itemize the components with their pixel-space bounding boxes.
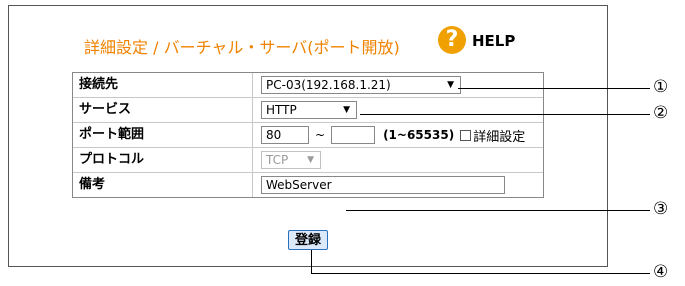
note-input[interactable]: WebServer	[261, 176, 505, 194]
port-to-input[interactable]	[331, 126, 376, 144]
service-select[interactable]: HTTP ▼	[261, 101, 357, 119]
callout-number-2: ②	[653, 103, 669, 123]
callout-number-1: ①	[653, 77, 669, 97]
protocol-field-cell: TCP ▼	[253, 148, 543, 172]
port-from-input[interactable]: 80	[261, 126, 309, 144]
chevron-down-icon: ▼	[307, 155, 314, 165]
destination-field-cell: PC-03(192.168.1.21) ▼	[253, 73, 543, 97]
service-row: サービス HTTP ▼	[73, 98, 543, 123]
chevron-down-icon: ▼	[343, 105, 350, 115]
callout-number-3: ③	[653, 199, 669, 219]
page-title: 詳細設定 / バーチャル・サーバ(ポート開放)	[84, 38, 400, 57]
help-link[interactable]: HELP	[472, 32, 515, 50]
destination-label: 接続先	[73, 73, 253, 97]
service-field-cell: HTTP ▼	[253, 98, 543, 122]
port-range-note: (1~65535)	[383, 128, 455, 142]
callout-line-1	[458, 88, 650, 89]
virtual-server-form: 接続先 PC-03(192.168.1.21) ▼ サービス HTTP ▼ ポー…	[72, 72, 544, 198]
callout-number-4: ④	[653, 262, 669, 282]
protocol-select: TCP ▼	[261, 151, 321, 169]
service-value: HTTP	[266, 103, 297, 117]
callout-line-2	[360, 114, 650, 115]
port-range-label: ポート範囲	[73, 123, 253, 147]
detail-settings-label[interactable]: 詳細設定	[473, 126, 525, 145]
destination-value: PC-03(192.168.1.21)	[266, 78, 391, 92]
note-row: 備考 WebServer	[73, 173, 543, 197]
note-field-cell: WebServer	[253, 173, 543, 197]
port-range-row: ポート範囲 80 ~ (1~65535) 詳細設定	[73, 123, 543, 148]
destination-select[interactable]: PC-03(192.168.1.21) ▼	[261, 76, 461, 94]
callout-line-4-horizontal	[311, 273, 650, 274]
help-icon[interactable]: ?	[438, 26, 466, 54]
register-button[interactable]: 登録	[288, 230, 328, 250]
callout-line-4-vertical	[311, 250, 312, 273]
callout-line-3	[346, 210, 650, 211]
destination-row: 接続先 PC-03(192.168.1.21) ▼	[73, 73, 543, 98]
protocol-label: プロトコル	[73, 148, 253, 172]
port-range-separator: ~	[315, 128, 326, 142]
port-range-field-cell: 80 ~ (1~65535) 詳細設定	[253, 123, 543, 147]
chevron-down-icon: ▼	[447, 80, 454, 90]
protocol-value: TCP	[266, 153, 289, 167]
protocol-row: プロトコル TCP ▼	[73, 148, 543, 173]
detail-settings-checkbox[interactable]	[460, 129, 472, 141]
note-label: 備考	[73, 173, 253, 197]
service-label: サービス	[73, 98, 253, 122]
